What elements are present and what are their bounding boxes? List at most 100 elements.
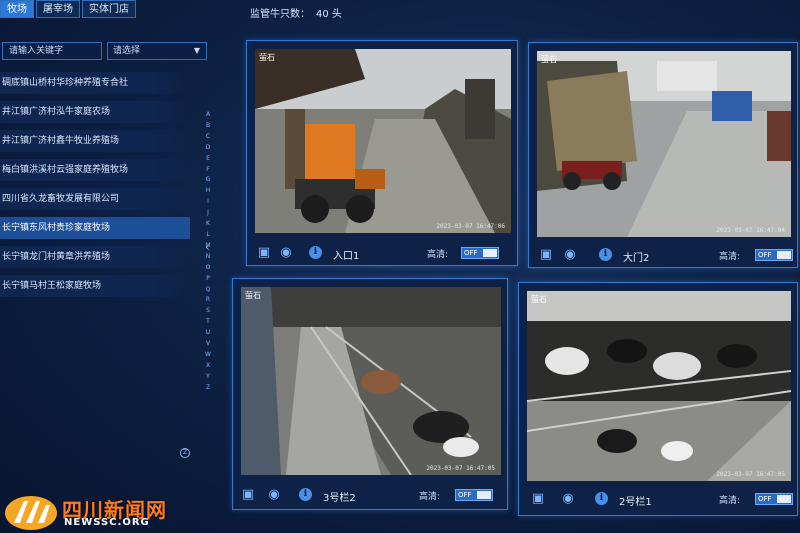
tab-physical-store[interactable]: 实体门店 <box>82 0 136 18</box>
ptz-control-icon[interactable]: ◉ <box>561 247 579 263</box>
alphabet-letter[interactable]: W <box>205 350 211 361</box>
alphabet-letter[interactable]: H <box>206 186 211 197</box>
camera-timestamp: 2023-03-07 16:47:04 <box>716 227 785 234</box>
list-item[interactable]: 碉底镇山桥村华珍种养殖专合社 <box>0 72 190 94</box>
camera-controls-1: ▣ ◉ i 入口1 高清: OFF <box>247 241 517 265</box>
hd-toggle-state: OFF <box>464 249 478 257</box>
hd-toggle-state: OFF <box>458 491 472 499</box>
alphabet-letter[interactable]: B <box>206 121 210 132</box>
watermark-url: NEWSSC.ORG <box>64 517 150 528</box>
alphabet-letter[interactable]: I <box>207 197 209 208</box>
farm-list: 碉底镇山桥村华珍种养殖专合社 井江镇广济村泓牛家庭农场 井江镇广济村鑫牛牧业养殖… <box>0 72 190 304</box>
alphabet-letter[interactable]: X <box>206 361 210 372</box>
monitored-cattle-label: 监管牛只数： <box>250 9 310 20</box>
list-item[interactable]: 井江镇广济村泓牛家庭农场 <box>0 101 190 123</box>
feed-image-pen-2 <box>527 291 791 481</box>
alphabet-letter[interactable]: C <box>206 132 210 143</box>
alphabet-letter[interactable]: E <box>206 154 210 165</box>
hd-label: 高清: <box>719 252 741 262</box>
camera-feed-1[interactable]: 萤石 2023-03-07 16:47:06 <box>255 49 511 233</box>
playback-icon[interactable]: ▣ <box>255 245 273 261</box>
camera-brand: 萤石 <box>259 53 275 62</box>
alphabet-letter[interactable]: D <box>206 143 211 154</box>
playback-icon[interactable]: ▣ <box>537 247 555 263</box>
list-item-selected[interactable]: 长宁镇东风村贵珍家庭牧场 <box>0 217 190 239</box>
hd-toggle[interactable]: OFF <box>755 493 793 505</box>
alphabet-letter[interactable]: Z <box>206 383 210 394</box>
camera-panel-2: 萤石 2023-03-07 16:47:04 ▣ ◉ i 大门2 高清: OFF <box>528 42 798 268</box>
ptz-control-icon[interactable]: ◉ <box>559 491 577 507</box>
info-icon[interactable]: i <box>299 488 312 501</box>
list-item[interactable]: 梅白镇洪溪村云强家庭养殖牧场 <box>0 159 190 181</box>
info-icon[interactable]: i <box>599 248 612 261</box>
newssc-logo-icon <box>5 496 57 530</box>
camera-panel-1: 萤石 2023-03-07 16:47:06 ▣ ◉ i 入口1 高清: OFF <box>246 40 518 266</box>
hd-toggle[interactable]: OFF <box>461 247 499 259</box>
camera-brand: 萤石 <box>245 291 261 300</box>
hd-toggle-state: OFF <box>758 495 772 503</box>
list-item[interactable]: 井江镇广济村鑫牛牧业养殖场 <box>0 130 190 152</box>
info-icon[interactable]: i <box>309 246 322 259</box>
list-item[interactable]: 长宁镇马村王松家庭牧场 <box>0 275 190 297</box>
camera-name: 入口1 <box>333 251 360 262</box>
hd-label: 高清: <box>719 496 741 506</box>
camera-controls-4: ▣ ◉ i 2号栏1 高清: OFF <box>519 487 797 511</box>
camera-feed-2[interactable]: 萤石 2023-03-07 16:47:04 <box>537 51 791 237</box>
select-value: 请选择 <box>113 46 141 56</box>
camera-timestamp: 2023-03-07 16:47:06 <box>436 223 505 230</box>
alphabet-letter[interactable]: U <box>206 328 210 339</box>
collapse-left-icon[interactable]: ‹ <box>205 240 210 254</box>
camera-panel-4: 萤石 2023-03-07 16:47:05 ▣ ◉ i 2号栏1 高清: OF… <box>518 282 798 516</box>
feed-image-entrance <box>255 49 511 233</box>
alphabet-letter[interactable]: Y <box>206 372 210 383</box>
hd-toggle[interactable]: OFF <box>455 489 493 501</box>
list-item[interactable]: 四川省久龙畜牧发展有限公司 <box>0 188 190 210</box>
camera-name: 3号栏2 <box>323 493 356 504</box>
search-input[interactable]: 请输入关键字 <box>2 42 102 60</box>
alphabet-letter[interactable]: Q <box>206 285 211 296</box>
ptz-control-icon[interactable]: ◉ <box>277 245 295 261</box>
hd-toggle[interactable]: OFF <box>755 249 793 261</box>
info-icon[interactable]: i <box>595 492 608 505</box>
camera-feed-3[interactable]: 萤石 2023-03-07 16:47:05 <box>241 287 501 475</box>
tab-slaughterhouse[interactable]: 屠宰场 <box>36 0 80 18</box>
alphabet-letter[interactable]: F <box>206 165 209 176</box>
alphabet-letter[interactable]: O <box>206 263 211 274</box>
monitoring-screen: 牧场 屠宰场 实体门店 监管牛只数： 40 头 请输入关键字 请选择 ▼ 碉底镇山… <box>0 0 800 533</box>
camera-timestamp: 2023-03-07 16:47:05 <box>716 471 785 478</box>
monitored-cattle-count: 监管牛只数： 40 头 <box>250 5 342 20</box>
alphabet-letter[interactable]: P <box>206 274 210 285</box>
alphabet-letter[interactable]: J <box>207 208 209 219</box>
alphabet-letter[interactable]: R <box>206 295 210 306</box>
alphabet-letter[interactable]: T <box>206 317 210 328</box>
alpha-circle-letter[interactable]: Z <box>180 448 190 458</box>
camera-name: 大门2 <box>623 253 650 264</box>
top-tabs: 牧场 屠宰场 实体门店 <box>0 0 138 18</box>
hd-label: 高清: <box>427 250 449 260</box>
playback-icon[interactable]: ▣ <box>239 487 257 503</box>
alphabet-letter[interactable]: V <box>206 339 210 350</box>
hd-label: 高清: <box>419 492 441 502</box>
alphabet-letter[interactable]: A <box>206 110 210 121</box>
ptz-control-icon[interactable]: ◉ <box>265 487 283 503</box>
feed-image-pen-3 <box>241 287 501 475</box>
camera-name: 2号栏1 <box>619 497 652 508</box>
camera-brand: 萤石 <box>541 55 557 64</box>
monitored-cattle-value: 40 头 <box>316 9 342 20</box>
camera-timestamp: 2023-03-07 16:47:05 <box>426 465 495 472</box>
alphabet-letter[interactable]: S <box>206 306 210 317</box>
camera-feed-4[interactable]: 萤石 2023-03-07 16:47:05 <box>527 291 791 481</box>
playback-icon[interactable]: ▣ <box>529 491 547 507</box>
chevron-down-icon: ▼ <box>193 46 200 55</box>
camera-controls-2: ▣ ◉ i 大门2 高清: OFF <box>529 243 797 267</box>
alphabet-letter[interactable]: K <box>206 219 210 230</box>
camera-panel-3: 萤石 2023-03-07 16:47:05 ▣ ◉ i 3号栏2 高清: OF… <box>232 278 508 510</box>
camera-brand: 萤石 <box>531 295 547 304</box>
list-item[interactable]: 长宁镇龙门村黄章洪养殖场 <box>0 246 190 268</box>
camera-controls-3: ▣ ◉ i 3号栏2 高清: OFF <box>233 483 507 507</box>
tab-ranch[interactable]: 牧场 <box>0 0 34 18</box>
hd-toggle-state: OFF <box>758 251 772 259</box>
farm-type-select[interactable]: 请选择 ▼ <box>107 42 207 60</box>
feed-image-gate <box>537 51 791 237</box>
alphabet-letter[interactable]: G <box>206 175 211 186</box>
